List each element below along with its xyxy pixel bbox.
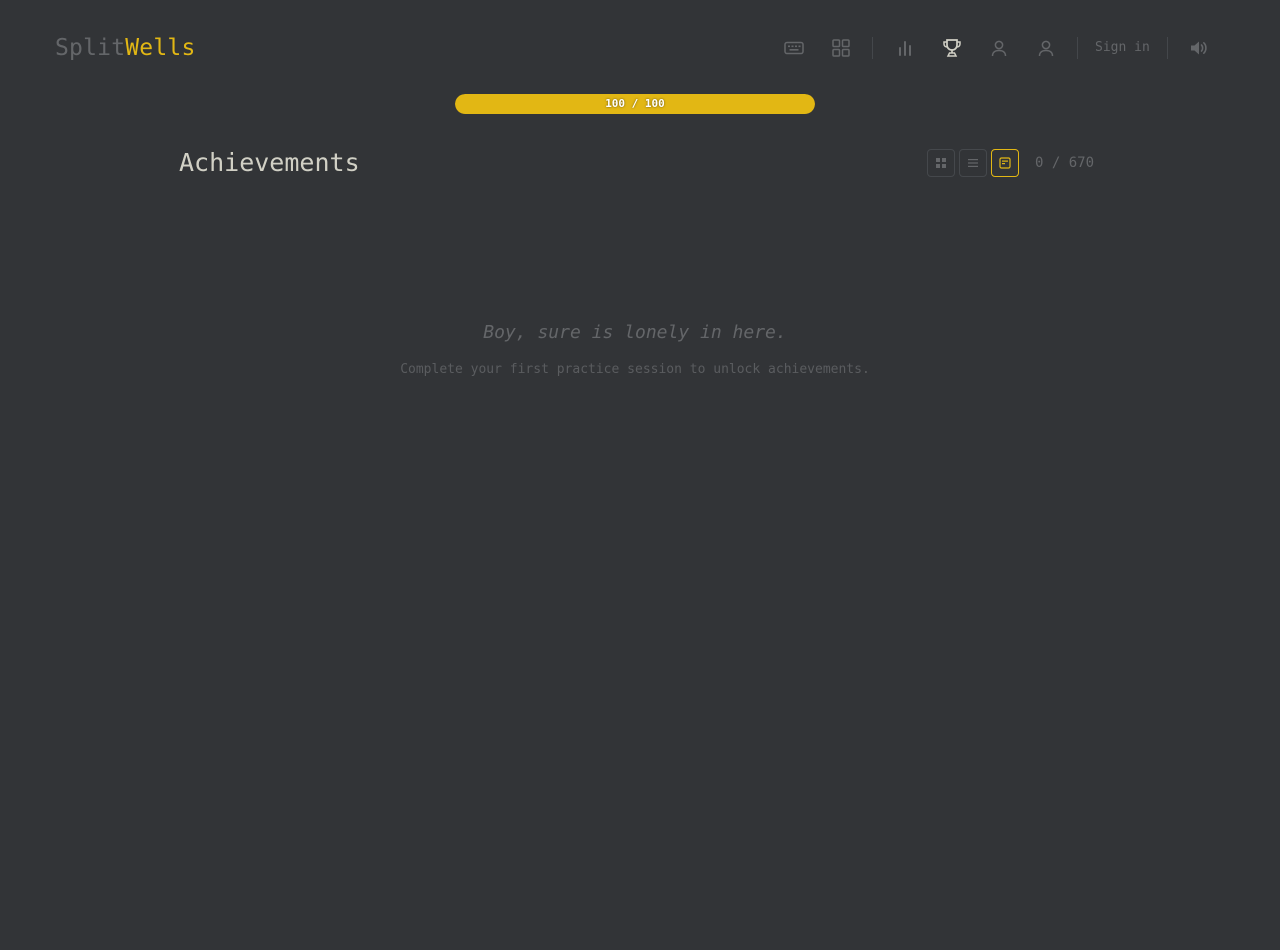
grid-small-icon xyxy=(936,158,946,168)
card-view-button[interactable] xyxy=(991,149,1019,177)
trophy-icon xyxy=(942,39,961,57)
app-logo[interactable]: SplitWells xyxy=(55,33,196,63)
nav-divider xyxy=(1077,37,1078,59)
page-title: Achievements xyxy=(179,148,360,177)
keyboard-icon xyxy=(783,41,804,55)
nav-profile-button[interactable] xyxy=(975,32,1022,64)
nav-stats-button[interactable] xyxy=(881,32,928,64)
logo-text-split: Split xyxy=(55,35,126,61)
nav-divider xyxy=(872,37,873,59)
volume-icon xyxy=(1191,41,1207,55)
empty-state-subtitle: Complete your first practice session to … xyxy=(400,362,870,377)
nav-layouts-button[interactable] xyxy=(817,32,864,64)
card-icon xyxy=(999,157,1011,169)
view-toggle xyxy=(927,149,1023,177)
achievements-count: 0 / 670 xyxy=(1035,155,1095,171)
list-icon xyxy=(968,159,978,167)
logo-text-wells: Wells xyxy=(125,35,196,61)
nav-account-button[interactable] xyxy=(1022,32,1069,64)
list-view-button[interactable] xyxy=(959,149,987,177)
user-icon xyxy=(1038,40,1053,56)
progress-bar: 100 / 100 xyxy=(455,94,815,114)
empty-state-title: Boy, sure is lonely in here. xyxy=(483,322,787,343)
sign-in-link[interactable]: Sign in xyxy=(1086,32,1159,64)
nav-achievements-button[interactable] xyxy=(928,32,975,64)
nav-practice-button[interactable] xyxy=(770,32,817,64)
top-nav: Sign in xyxy=(770,32,1223,64)
nav-divider xyxy=(1166,37,1168,59)
grid-icon xyxy=(831,39,850,57)
progress-label: 100 / 100 xyxy=(605,97,665,110)
grid-view-button[interactable] xyxy=(927,149,955,177)
bar-chart-icon xyxy=(898,41,911,56)
nav-sound-button[interactable] xyxy=(1176,32,1223,64)
user-icon xyxy=(991,40,1006,56)
